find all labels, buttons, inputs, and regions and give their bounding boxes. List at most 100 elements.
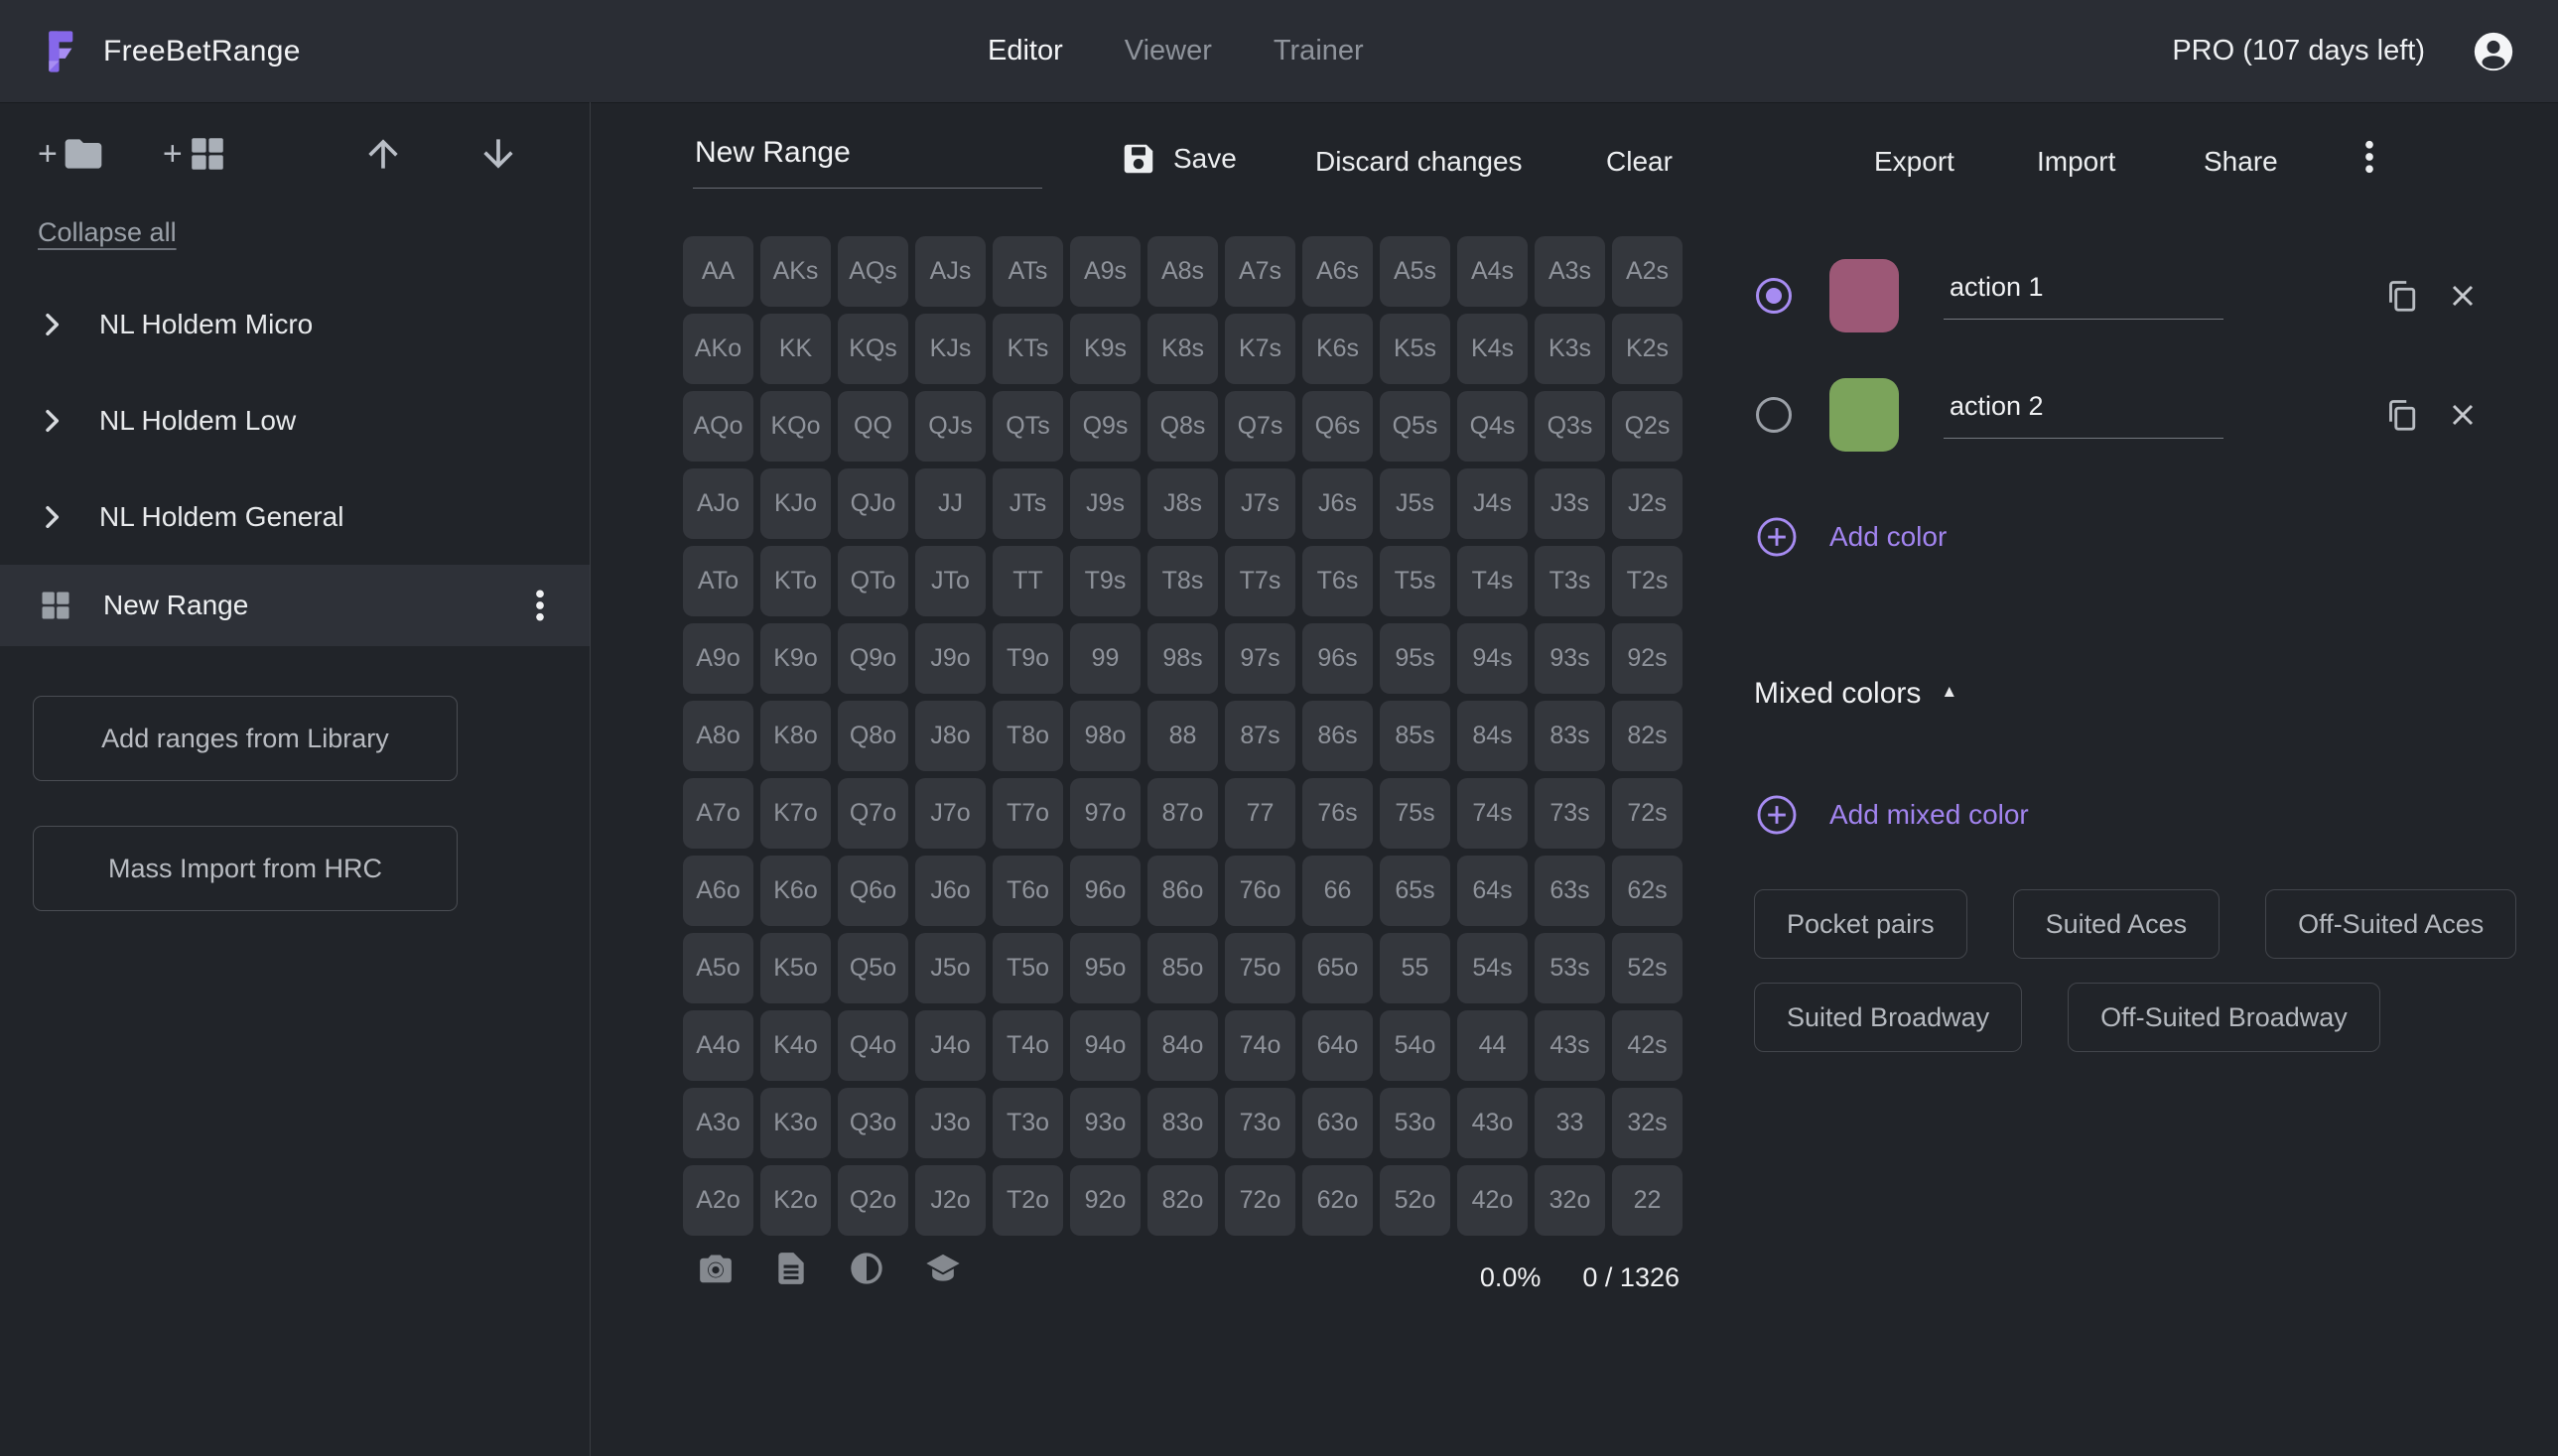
hand-cell-a8s[interactable]: A8s — [1147, 236, 1218, 307]
hand-cell-j4o[interactable]: J4o — [915, 1010, 986, 1081]
tab-editor[interactable]: Editor — [988, 35, 1063, 67]
hand-cell-86s[interactable]: 86s — [1302, 701, 1373, 771]
hand-cell-77[interactable]: 77 — [1225, 778, 1295, 849]
range-kebab-menu-icon[interactable] — [520, 586, 560, 625]
off-suited-aces-button[interactable]: Off-Suited Aces — [2265, 889, 2516, 959]
hand-cell-j8o[interactable]: J8o — [915, 701, 986, 771]
hand-cell-k4s[interactable]: K4s — [1457, 314, 1528, 384]
hand-cell-q4s[interactable]: Q4s — [1457, 391, 1528, 462]
hand-cell-a7s[interactable]: A7s — [1225, 236, 1295, 307]
suited-broadway-button[interactable]: Suited Broadway — [1754, 983, 2022, 1052]
action-name-input[interactable] — [1944, 391, 2223, 439]
hand-cell-kjo[interactable]: KJo — [760, 468, 831, 539]
hand-cell-ajo[interactable]: AJo — [683, 468, 753, 539]
hand-cell-95o[interactable]: 95o — [1070, 933, 1141, 1003]
hand-cell-98o[interactable]: 98o — [1070, 701, 1141, 771]
hand-cell-84s[interactable]: 84s — [1457, 701, 1528, 771]
hand-cell-qjs[interactable]: QJs — [915, 391, 986, 462]
hand-cell-k8s[interactable]: K8s — [1147, 314, 1218, 384]
hand-cell-q3s[interactable]: Q3s — [1535, 391, 1605, 462]
hand-cell-j7s[interactable]: J7s — [1225, 468, 1295, 539]
hand-cell-jts[interactable]: JTs — [993, 468, 1063, 539]
hand-cell-t8o[interactable]: T8o — [993, 701, 1063, 771]
hand-cell-62s[interactable]: 62s — [1612, 856, 1683, 926]
hand-cell-j8s[interactable]: J8s — [1147, 468, 1218, 539]
hand-cell-aqo[interactable]: AQo — [683, 391, 753, 462]
hand-cell-t2o[interactable]: T2o — [993, 1165, 1063, 1236]
hand-cell-33[interactable]: 33 — [1535, 1088, 1605, 1158]
hand-cell-j5o[interactable]: J5o — [915, 933, 986, 1003]
hand-cell-q6s[interactable]: Q6s — [1302, 391, 1373, 462]
hand-cell-63o[interactable]: 63o — [1302, 1088, 1373, 1158]
hand-cell-k2o[interactable]: K2o — [760, 1165, 831, 1236]
hand-cell-85o[interactable]: 85o — [1147, 933, 1218, 1003]
hand-cell-tt[interactable]: TT — [993, 546, 1063, 616]
action-color-swatch[interactable] — [1829, 259, 1899, 332]
hand-cell-92s[interactable]: 92s — [1612, 623, 1683, 694]
hand-cell-32o[interactable]: 32o — [1535, 1165, 1605, 1236]
hand-cell-a9o[interactable]: A9o — [683, 623, 753, 694]
hand-cell-q3o[interactable]: Q3o — [838, 1088, 908, 1158]
hand-cell-kto[interactable]: KTo — [760, 546, 831, 616]
hand-cell-72s[interactable]: 72s — [1612, 778, 1683, 849]
hand-cell-a6s[interactable]: A6s — [1302, 236, 1373, 307]
hand-cell-q8s[interactable]: Q8s — [1147, 391, 1218, 462]
hand-cell-65o[interactable]: 65o — [1302, 933, 1373, 1003]
hand-cell-j9o[interactable]: J9o — [915, 623, 986, 694]
hand-cell-q9o[interactable]: Q9o — [838, 623, 908, 694]
hand-cell-t8s[interactable]: T8s — [1147, 546, 1218, 616]
hand-cell-97o[interactable]: 97o — [1070, 778, 1141, 849]
hand-cell-54s[interactable]: 54s — [1457, 933, 1528, 1003]
sidebar-folder-nl-holdem-general[interactable]: NL Holdem General — [0, 468, 590, 565]
tab-trainer[interactable]: Trainer — [1274, 35, 1364, 67]
hand-cell-t5o[interactable]: T5o — [993, 933, 1063, 1003]
hand-cell-82s[interactable]: 82s — [1612, 701, 1683, 771]
hand-cell-t3s[interactable]: T3s — [1535, 546, 1605, 616]
account-avatar-icon[interactable] — [2471, 29, 2516, 74]
hand-cell-aqs[interactable]: AQs — [838, 236, 908, 307]
hand-cell-62o[interactable]: 62o — [1302, 1165, 1373, 1236]
action-color-swatch[interactable] — [1829, 378, 1899, 452]
trainer-school-icon[interactable] — [923, 1249, 963, 1288]
hand-cell-j9s[interactable]: J9s — [1070, 468, 1141, 539]
hand-cell-75s[interactable]: 75s — [1380, 778, 1450, 849]
hand-cell-aa[interactable]: AA — [683, 236, 753, 307]
hand-cell-52s[interactable]: 52s — [1612, 933, 1683, 1003]
hand-cell-t5s[interactable]: T5s — [1380, 546, 1450, 616]
hand-cell-q9s[interactable]: Q9s — [1070, 391, 1141, 462]
hand-cell-a3s[interactable]: A3s — [1535, 236, 1605, 307]
hand-cell-32s[interactable]: 32s — [1612, 1088, 1683, 1158]
duplicate-copy-icon[interactable] — [2383, 278, 2419, 314]
hand-cell-j5s[interactable]: J5s — [1380, 468, 1450, 539]
hand-cell-a4o[interactable]: A4o — [683, 1010, 753, 1081]
hand-cell-ako[interactable]: AKo — [683, 314, 753, 384]
tab-viewer[interactable]: Viewer — [1125, 35, 1212, 67]
hand-cell-92o[interactable]: 92o — [1070, 1165, 1141, 1236]
hand-cell-96s[interactable]: 96s — [1302, 623, 1373, 694]
hand-cell-74s[interactable]: 74s — [1457, 778, 1528, 849]
hand-cell-t7s[interactable]: T7s — [1225, 546, 1295, 616]
hand-cell-j2s[interactable]: J2s — [1612, 468, 1683, 539]
share-button[interactable]: Share — [2204, 146, 2278, 178]
hand-cell-t4s[interactable]: T4s — [1457, 546, 1528, 616]
hand-cell-j7o[interactable]: J7o — [915, 778, 986, 849]
clear-button[interactable]: Clear — [1606, 146, 1673, 178]
hand-cell-a8o[interactable]: A8o — [683, 701, 753, 771]
hand-cell-k3o[interactable]: K3o — [760, 1088, 831, 1158]
hand-cell-t9o[interactable]: T9o — [993, 623, 1063, 694]
hand-cell-ats[interactable]: ATs — [993, 236, 1063, 307]
hand-cell-a3o[interactable]: A3o — [683, 1088, 753, 1158]
hand-cell-k5s[interactable]: K5s — [1380, 314, 1450, 384]
hand-cell-74o[interactable]: 74o — [1225, 1010, 1295, 1081]
collapse-all-link[interactable]: Collapse all — [38, 217, 177, 248]
text-export-icon[interactable] — [772, 1250, 810, 1287]
hand-cell-q2o[interactable]: Q2o — [838, 1165, 908, 1236]
hand-cell-q5s[interactable]: Q5s — [1380, 391, 1450, 462]
hand-cell-kqo[interactable]: KQo — [760, 391, 831, 462]
hand-cell-76s[interactable]: 76s — [1302, 778, 1373, 849]
hand-cell-q7o[interactable]: Q7o — [838, 778, 908, 849]
hand-cell-22[interactable]: 22 — [1612, 1165, 1683, 1236]
hand-cell-73s[interactable]: 73s — [1535, 778, 1605, 849]
hand-cell-t3o[interactable]: T3o — [993, 1088, 1063, 1158]
hand-cell-t2s[interactable]: T2s — [1612, 546, 1683, 616]
